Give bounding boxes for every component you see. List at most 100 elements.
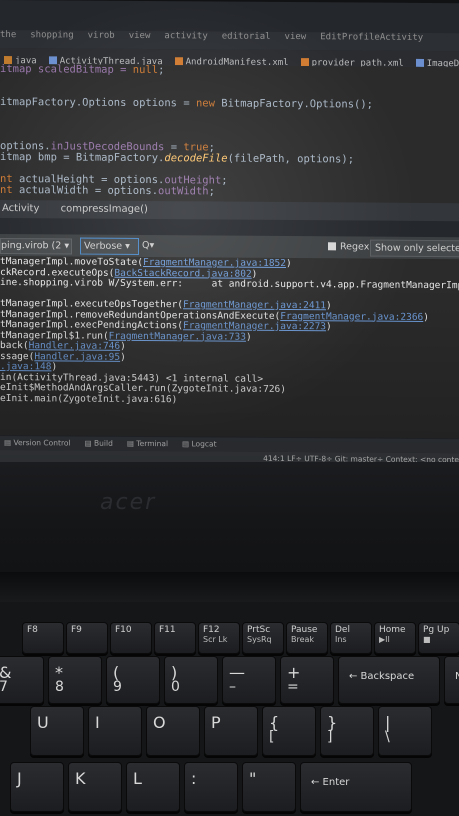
menu-item[interactable]: view xyxy=(129,31,151,41)
key-I[interactable]: I xyxy=(88,706,142,756)
tool-tab[interactable]: ▤ Logcat xyxy=(182,439,217,448)
key-label: F11 xyxy=(159,625,176,635)
key-upper: : xyxy=(191,769,197,788)
breadcrumb-class: Activity xyxy=(2,203,40,215)
log-text: ) xyxy=(51,361,58,373)
source-link[interactable]: FragmentManager.java:733 xyxy=(109,330,246,342)
process-select[interactable]: ping.virob (2 ▾ xyxy=(0,238,72,255)
key-}[interactable]: }] xyxy=(320,706,374,756)
filter-select[interactable]: Show only selected a xyxy=(370,239,459,258)
key-f10[interactable]: F10 xyxy=(110,622,152,654)
file-icon xyxy=(48,56,57,65)
key-lower: [ xyxy=(269,729,275,745)
key-del[interactable]: Del Ins xyxy=(330,622,372,654)
tool-tab[interactable]: ▤ Build xyxy=(85,439,113,448)
key-label: Pg Up xyxy=(423,625,450,635)
code-token: ; xyxy=(221,174,228,187)
code-token: BitmapFactory.Options(); xyxy=(221,97,373,111)
key-home-row[interactable]: : xyxy=(184,762,238,812)
key-num[interactable]: ) 0 xyxy=(164,656,218,704)
log-text: eInit.main(ZygoteInit.java:616) xyxy=(0,392,178,405)
code-token: ; xyxy=(208,185,215,198)
breadcrumb-method: compressImage() xyxy=(60,203,148,216)
key-label: Del xyxy=(335,625,350,635)
key-num[interactable]: * 8 xyxy=(48,656,102,704)
key-label: Num Lock xyxy=(455,671,459,682)
brand-logo: acer xyxy=(100,490,157,515)
key-home-row[interactable]: K xyxy=(68,762,122,812)
menu-item[interactable]: view xyxy=(285,32,307,42)
key-label: F12 xyxy=(203,625,220,635)
key-label: ← Backspace xyxy=(349,671,415,682)
key-P[interactable]: P xyxy=(204,706,258,756)
key-U[interactable]: U xyxy=(30,706,84,756)
laptop-bezel: acer xyxy=(0,462,459,602)
regex-checkbox[interactable]: Regex xyxy=(328,240,369,254)
key-num[interactable]: Num Lock xyxy=(444,656,459,704)
key-upper: J xyxy=(17,769,22,788)
log-text: ) xyxy=(326,321,332,333)
key-num[interactable]: & 7 xyxy=(0,656,44,704)
key-label: PrtSc xyxy=(247,625,271,635)
menu-item[interactable]: the xyxy=(0,30,16,40)
log-level-select[interactable]: Verbose ▾ xyxy=(80,237,139,255)
file-icon xyxy=(174,57,183,66)
key-|[interactable]: | \ xyxy=(378,706,432,756)
key-home-row[interactable]: J xyxy=(10,762,64,812)
menu-item[interactable]: editorial xyxy=(222,32,271,42)
code-token: decodeFile xyxy=(164,152,228,165)
key-f8[interactable]: F8 xyxy=(22,622,64,654)
logcat-search-input[interactable]: Q▾ xyxy=(142,239,314,254)
key-label: Pause xyxy=(291,625,318,635)
file-icon xyxy=(4,56,12,65)
key-upper: O xyxy=(153,713,166,732)
menu-item[interactable]: activity xyxy=(164,31,207,41)
key-f11[interactable]: F11 xyxy=(154,622,196,654)
tool-tab[interactable]: ▤ Terminal xyxy=(127,439,168,448)
code-line: nt actualWidth = options.outWidth; xyxy=(0,184,459,199)
keyboard-row: J K L: " ← Enter xyxy=(0,762,459,812)
photo: the shopping virob view activity editorial vie… xyxy=(0,0,459,816)
hinge xyxy=(0,572,459,602)
key-sublabel: Ins xyxy=(335,635,347,644)
code-editor: itmap scaledBitmap = null; itmapFactory.O… xyxy=(0,64,459,208)
key-label: ← Enter xyxy=(311,777,350,788)
keyboard-row: &7*8(9)0—–+= ← Backspace Num Lock xyxy=(0,656,459,704)
key-pause[interactable]: Pause Break xyxy=(286,622,328,654)
key-lower: 0 xyxy=(171,679,180,695)
log-text: ) xyxy=(245,331,252,343)
key-home-row[interactable]: ← Enter xyxy=(300,762,412,812)
checkbox-icon xyxy=(328,242,336,251)
file-icon xyxy=(300,58,309,67)
key-f12[interactable]: F12 Scr Lk xyxy=(198,622,240,654)
log-text: ) xyxy=(286,257,292,270)
menu-item[interactable]: EditProfileActivity xyxy=(320,32,423,43)
key-pgup[interactable]: Pg Up ■ xyxy=(418,622,459,654)
key-home-row[interactable]: " xyxy=(242,762,296,812)
key-num[interactable]: (9 xyxy=(106,656,160,704)
key-upper: " xyxy=(249,769,257,788)
key-upper: P xyxy=(211,713,221,732)
key-prtsc[interactable]: PrtSc SysRq xyxy=(242,622,284,654)
key-num[interactable]: ← Backspace xyxy=(338,656,440,704)
menu-item[interactable]: virob xyxy=(88,31,115,41)
code-token: actualWidth = options. xyxy=(18,184,159,198)
log-text: ) xyxy=(120,340,126,352)
key-lower: 9 xyxy=(113,679,122,695)
log-text: ) xyxy=(326,300,332,312)
tool-tab[interactable]: ▤ Version Control xyxy=(4,438,71,447)
key-num[interactable]: + = xyxy=(280,656,334,704)
logcat-toolbar: ping.virob (2 ▾ Verbose ▾ Q▾ Regex Show … xyxy=(0,234,459,261)
menu-item[interactable]: shopping xyxy=(30,30,73,40)
key-num[interactable]: — – xyxy=(222,656,276,704)
file-icon xyxy=(415,58,424,67)
key-home-row[interactable]: L xyxy=(126,762,180,812)
key-home[interactable]: Home ▶II xyxy=(374,622,416,654)
code-token: outWidth xyxy=(158,185,209,198)
keyboard: F8 F9 F10 F11 F12 Scr Lk PrtSc SysRq Pause Break D… xyxy=(0,602,459,816)
key-O[interactable]: O xyxy=(146,706,200,756)
key-f9[interactable]: F9 xyxy=(66,622,108,654)
key-{[interactable]: {[ xyxy=(262,706,316,756)
key-lower: \ xyxy=(385,729,390,745)
code-token: null xyxy=(132,64,159,77)
